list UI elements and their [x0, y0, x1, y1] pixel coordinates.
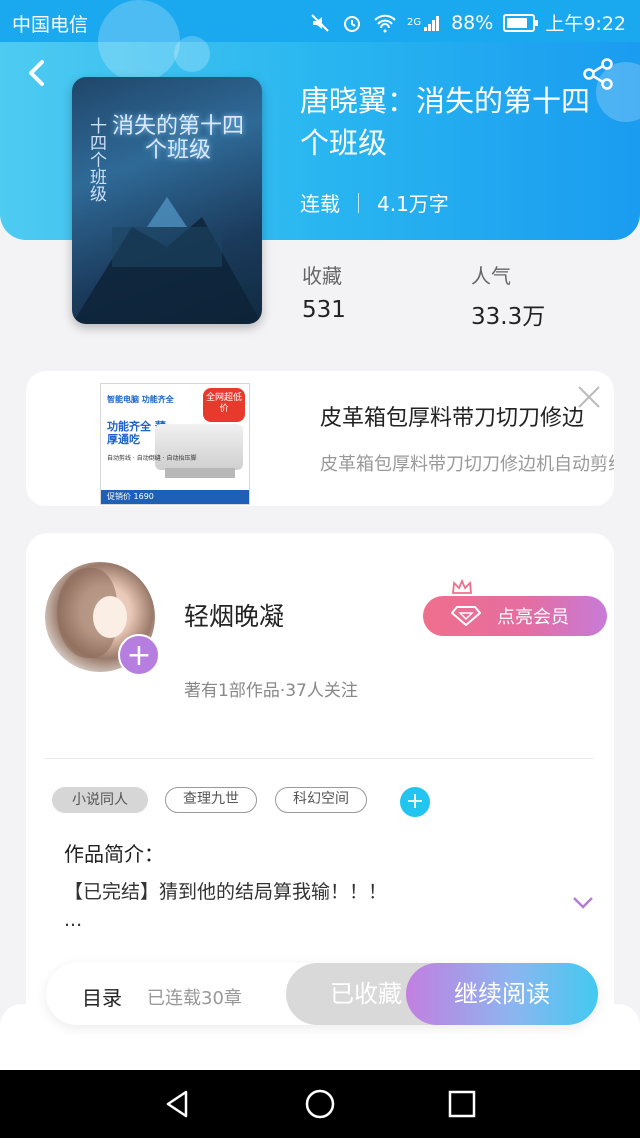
decor-bubble [174, 36, 210, 72]
author-name[interactable]: 轻烟晚凝 [184, 597, 284, 633]
clock: 上午9:22 [545, 13, 626, 35]
toc-button[interactable]: 目录 [82, 982, 122, 1011]
signal-icon [424, 15, 440, 31]
popularity-count: 33.3万 [471, 304, 546, 330]
ad-image-price: 促销价 1690 [101, 490, 249, 504]
chapter-count: 已连载30章 [147, 988, 242, 1009]
intro-body: 【已完结】猜到他的结局算我输！！！ [64, 881, 388, 903]
intro-ellipsis: ... [64, 909, 83, 931]
carrier-name: 中国电信 [12, 14, 89, 36]
cover-title: 消失的第十四个班级 [111, 114, 244, 163]
ad-image-features: 自动剪线 · 自动倒缝 · 自动抬压脚 [107, 455, 197, 462]
book-cover[interactable]: 十四个班级 消失的第十四个班级 [72, 77, 262, 324]
status-icons: 2G 88% 上午9:22 [309, 9, 626, 36]
tag-charlie-nine[interactable]: 查理九世 [165, 787, 257, 813]
wifi-icon [374, 14, 396, 32]
chevron-down-icon[interactable] [572, 896, 594, 910]
alarm-icon [343, 15, 360, 32]
author-stats: 著有1部作品·37人关注 [184, 681, 358, 701]
close-icon[interactable] [576, 384, 602, 410]
word-count: 4.1万字 [377, 192, 449, 216]
ad-price-badge: 全网超低价 [203, 388, 245, 422]
intro-label: 作品简介： [64, 842, 164, 866]
ad-image-headline: 智能电脑 功能齐全 [107, 395, 174, 404]
add-tag-button[interactable]: + [400, 787, 430, 817]
nav-recents-icon[interactable] [446, 1088, 478, 1120]
intro-text: 【已完结】猜到他的结局算我输！！！ ... [64, 878, 534, 934]
continue-reading-button[interactable]: 继续阅读 [406, 963, 598, 1025]
ad-title[interactable]: 皮革箱包厚料带刀切刀修边 [320, 400, 614, 432]
favorites-label: 收藏 [302, 264, 342, 288]
mute-icon [311, 13, 329, 32]
system-nav-bar [0, 1070, 640, 1138]
ad-description: 皮革箱包厚料带刀切刀修边机自动剪线 0303工业缝纫机 电脑同 [320, 454, 614, 475]
status-bar: 中国电信 2G 88% 上午9:22 [0, 0, 640, 42]
vip-button[interactable]: 点亮会员 [423, 596, 607, 636]
tag-scifi-space[interactable]: 科幻空间 [275, 787, 367, 813]
book-meta: 连载 4.1万字 [300, 188, 449, 217]
follow-button[interactable]: + [118, 634, 160, 676]
section-divider [44, 758, 594, 759]
favorites-count: 531 [302, 297, 346, 323]
meta-divider [358, 192, 359, 213]
ad-image[interactable]: 智能电脑 功能齐全 功能齐全 薄厚通吃 全网超低价 自动剪线 · 自动倒缝 · … [100, 383, 250, 505]
network-type: 2G [406, 17, 422, 28]
back-icon[interactable] [22, 56, 52, 90]
tag-novel-fanfic[interactable]: 小说同人 [52, 787, 148, 813]
decor-bubble [98, 0, 180, 82]
battery-percent: 88% [451, 11, 494, 34]
avatar-face [93, 596, 127, 638]
vip-label: 点亮会员 [497, 607, 569, 628]
book-title: 唐晓翼：消失的第十四个班级 [300, 84, 591, 160]
serial-status: 连载 [300, 192, 340, 216]
crown-icon [452, 578, 472, 594]
battery-icon [503, 13, 539, 32]
popularity-label: 人气 [471, 264, 511, 288]
cover-side-text: 十四个班级 [86, 117, 106, 202]
diamond-icon [451, 606, 481, 626]
nav-home-icon[interactable] [304, 1088, 336, 1120]
nav-back-icon[interactable] [162, 1088, 194, 1120]
